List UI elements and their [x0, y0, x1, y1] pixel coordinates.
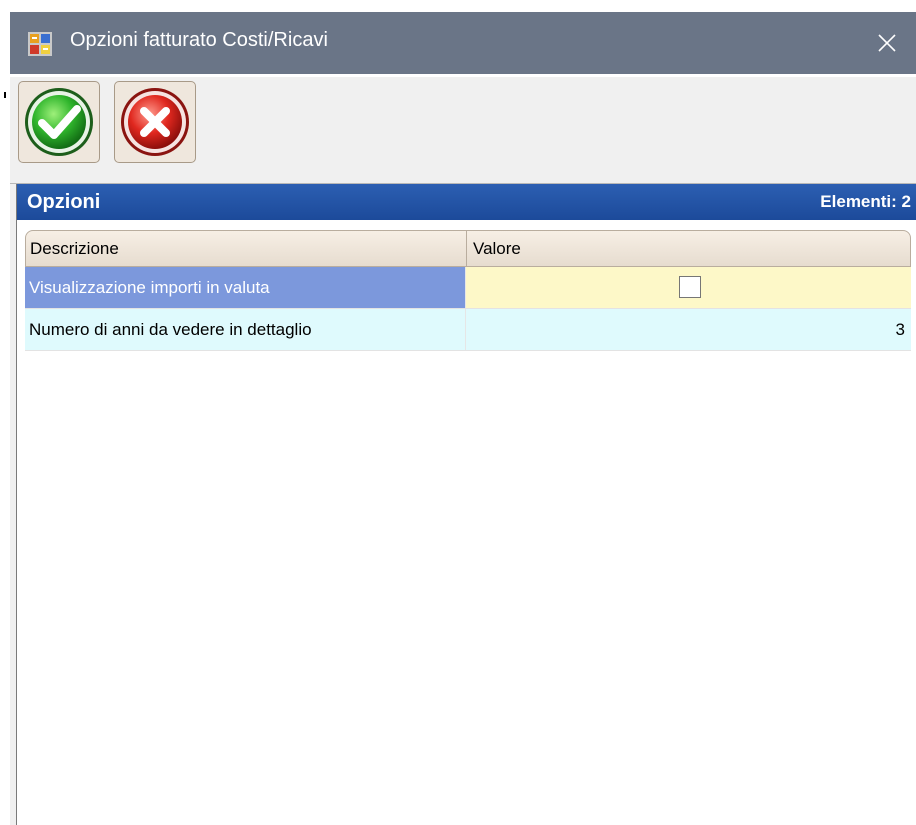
column-header-descrizione[interactable]: Descrizione — [26, 231, 467, 266]
column-header-valore[interactable]: Valore — [467, 231, 910, 266]
toolbar — [10, 77, 916, 184]
row-description[interactable]: Visualizzazione importi in valuta — [25, 267, 466, 308]
app-grid-icon — [28, 32, 52, 56]
row-value[interactable] — [466, 267, 911, 308]
title-bar[interactable]: Opzioni fatturato Costi/Ricavi — [10, 12, 916, 74]
confirm-button[interactable] — [18, 81, 100, 163]
cancel-button[interactable] — [114, 81, 196, 163]
table-row[interactable]: Numero di anni da vedere in dettaglio 3 — [25, 309, 911, 351]
options-grid: Descrizione Valore Visualizzazione impor… — [25, 230, 911, 351]
valuta-checkbox[interactable] — [679, 276, 701, 298]
dialog-window: Opzioni fatturato Costi/Ricavi Opzioni E… — [10, 12, 916, 825]
row-value[interactable]: 3 — [466, 309, 911, 350]
grid-header: Descrizione Valore — [25, 230, 911, 267]
panel-header: Opzioni Elementi: 2 — [17, 184, 916, 220]
options-panel: Opzioni Elementi: 2 Descrizione Valore V… — [16, 184, 916, 825]
close-button[interactable] — [858, 12, 916, 74]
table-row[interactable]: Visualizzazione importi in valuta — [25, 267, 911, 309]
panel-title: Opzioni — [27, 191, 101, 213]
cursor-mark — [4, 92, 6, 98]
items-count: Elementi: 2 — [820, 192, 911, 211]
row-description[interactable]: Numero di anni da vedere in dettaglio — [25, 309, 466, 350]
green-check-icon — [25, 88, 93, 156]
window-title: Opzioni fatturato Costi/Ricavi — [70, 29, 328, 51]
red-x-icon — [121, 88, 189, 156]
close-icon — [878, 34, 896, 52]
